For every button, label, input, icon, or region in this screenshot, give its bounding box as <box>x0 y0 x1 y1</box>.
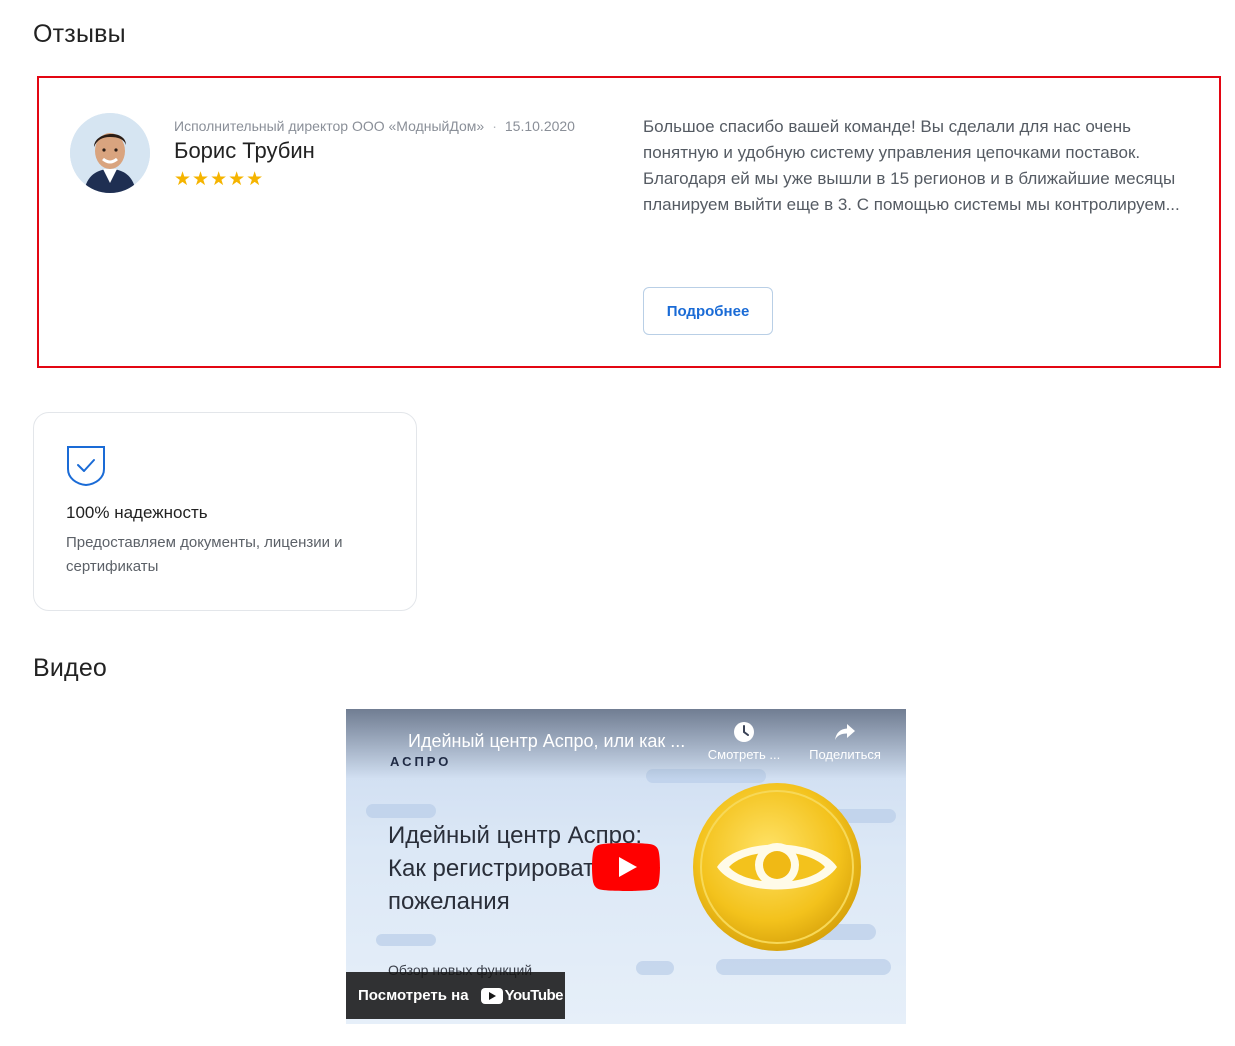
watch-later-label: Смотреть ... <box>707 747 781 762</box>
share-button[interactable]: Поделиться <box>804 721 886 762</box>
youtube-logo: YouTube <box>480 987 564 1004</box>
channel-logo: АСПРО <box>390 754 452 769</box>
reviewer-meta: Исполнительный директор ООО «МодныйДом» ·… <box>174 118 575 134</box>
share-label: Поделиться <box>809 747 881 762</box>
share-arrow-icon <box>835 724 855 740</box>
shield-check-icon <box>67 446 105 487</box>
play-button[interactable] <box>592 843 660 891</box>
more-button[interactable]: Подробнее <box>643 287 773 335</box>
review-date: 15.10.2020 <box>504 118 575 134</box>
background-cloud <box>366 804 436 818</box>
watch-later-button[interactable]: Смотреть ... <box>704 721 784 762</box>
feature-title: 100% надежность <box>66 503 208 522</box>
feature-description: Предоставляем документы, лицензии и серт… <box>66 534 343 575</box>
youtube-wordmark: YouTube <box>504 987 564 1004</box>
review-text: Большое спасибо вашей команде! Вы сделал… <box>643 117 1180 214</box>
video-title[interactable]: Идейный центр Аспро, или как ... <box>408 731 685 752</box>
background-cloud <box>716 959 891 975</box>
eye-medal-icon <box>693 783 861 951</box>
reviewer-avatar <box>70 113 150 193</box>
meta-separator: · <box>492 118 497 134</box>
watch-on-label: Посмотреть на <box>358 987 469 1004</box>
watch-on-youtube-button[interactable]: Посмотреть на YouTube <box>346 972 565 1019</box>
rating-stars: ★★★★★ <box>174 169 265 190</box>
clock-icon <box>734 722 754 742</box>
reviewer-position: Исполнительный директор ООО «МодныйДом» <box>174 118 485 134</box>
reviews-section-title: Отзывы <box>33 20 126 48</box>
video-player[interactable]: Идейный центр Аспро, или как ... АСПРО С… <box>346 709 906 1024</box>
youtube-play-icon <box>480 987 503 1004</box>
background-cloud <box>636 961 674 975</box>
feature-card: 100% надежность Предоставляем документы,… <box>33 412 417 611</box>
background-cloud <box>376 934 436 946</box>
reviewer-name: Борис Трубин <box>174 138 315 163</box>
video-section-title: Видео <box>33 654 108 682</box>
review-card: Исполнительный директор ООО «МодныйДом» ·… <box>37 76 1221 368</box>
